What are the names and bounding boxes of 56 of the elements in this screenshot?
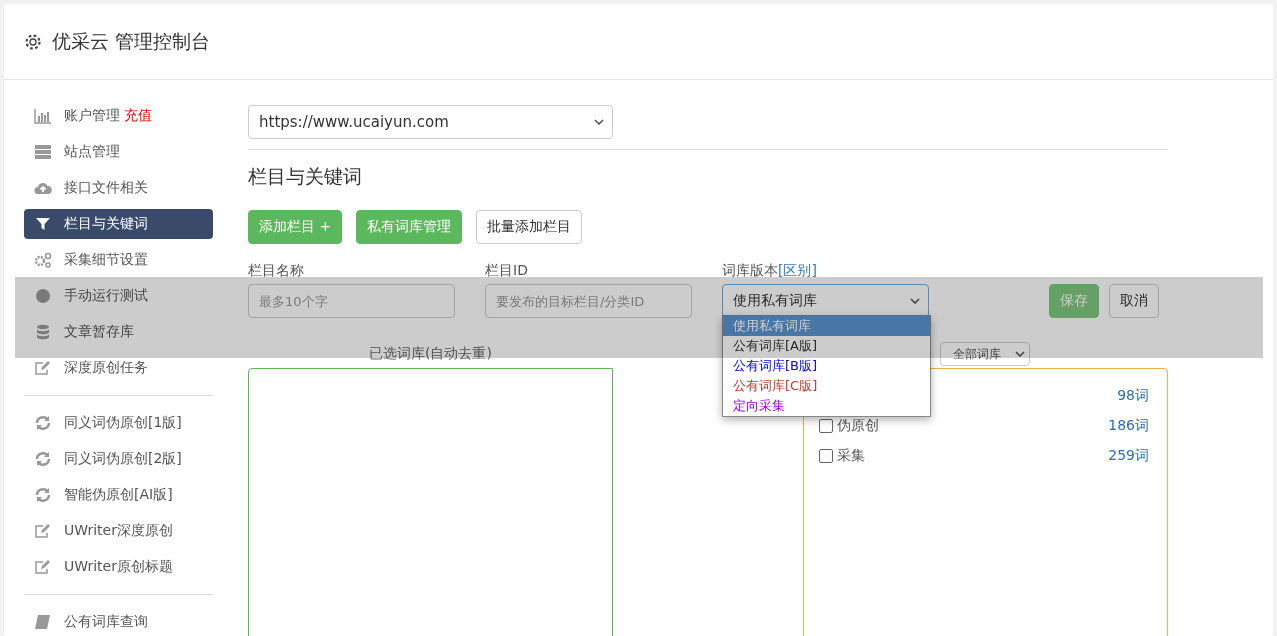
sidebar-item[interactable]: 接口文件相关 [24, 170, 213, 206]
sidebar-item[interactable]: 公有词库查询 [24, 604, 213, 636]
filter-icon [34, 216, 52, 232]
word-count: 259词 [1108, 447, 1149, 465]
gears-icon [34, 252, 52, 268]
chart-icon [34, 108, 52, 124]
button[interactable]: 批量添加栏目 [476, 210, 583, 244]
panel-title: 已选词库(自动去重) [369, 345, 492, 363]
sidebar-item[interactable]: 账户管理 充值 [24, 98, 213, 134]
column-name-field[interactable]: 最多10个字 [248, 284, 455, 318]
library-filter-select[interactable]: 全部词库 [940, 342, 1030, 366]
library-name: 采集 [837, 447, 866, 465]
word-count: 98词 [1117, 387, 1149, 405]
refresh-icon [34, 487, 52, 503]
site-select[interactable]: https://www.ucaiyun.com [248, 105, 613, 139]
server-icon [34, 144, 52, 160]
section-title: 栏目与关键词 [248, 164, 363, 189]
field-label: 栏目名称 [248, 262, 305, 280]
cloud-upload-icon [34, 180, 52, 196]
version-select[interactable]: 使用私有词库 [722, 284, 929, 318]
sidebar-item[interactable]: 深度原创任务 [24, 350, 213, 386]
sidebar-item[interactable]: 同义词伪原创[1版] [24, 405, 213, 441]
field-label: 栏目ID [485, 262, 529, 280]
sidebar-item[interactable]: 同义词伪原创[2版] [24, 441, 213, 477]
dropdown-option[interactable]: 公有词库[B版] [723, 356, 930, 376]
dropdown-option[interactable]: 公有词库[C版] [723, 376, 930, 396]
sidebar-item[interactable]: 站点管理 [24, 134, 213, 170]
sidebar-item[interactable]: 栏目与关键词 [24, 209, 213, 239]
sidebar-item[interactable]: 文章暂存库 [24, 314, 213, 350]
edit-icon [34, 523, 52, 539]
sidebar-item[interactable]: UWriter原创标题 [24, 549, 213, 585]
caret-icon [1015, 351, 1025, 357]
column-id-field[interactable]: 要发布的目标栏目/分类ID [485, 284, 692, 318]
difference-link[interactable]: [区别] [778, 262, 817, 278]
refresh-icon [34, 415, 52, 431]
caret-icon [594, 119, 604, 125]
checkbox[interactable] [819, 419, 833, 433]
sidebar-item[interactable]: 智能伪原创[AI版] [24, 477, 213, 513]
library-name: 伪原创 [837, 417, 880, 435]
field-label: 词库版本[区别] [722, 262, 818, 280]
checkbox[interactable] [819, 449, 833, 463]
caret-icon [910, 298, 920, 304]
database-icon [34, 324, 52, 340]
dropdown-option[interactable]: 公有词库[A版] [723, 336, 930, 356]
refresh-icon [34, 451, 52, 467]
edit-icon [34, 559, 52, 575]
settings-icon [24, 32, 42, 51]
edit-icon [34, 360, 52, 376]
sidebar-item[interactable]: 采集细节设置 [24, 242, 213, 278]
dropdown-option[interactable]: 定向采集 [723, 396, 930, 416]
word-count: 186词 [1108, 417, 1149, 435]
recharge-link[interactable]: 充值 [124, 107, 152, 125]
page-title: 优采云 管理控制台 [52, 28, 211, 54]
cancel-button[interactable]: 取消 [1109, 284, 1159, 318]
sidebar-item[interactable]: 手动运行测试 [24, 278, 213, 314]
sidebar-item[interactable]: UWriter深度原创 [24, 513, 213, 549]
